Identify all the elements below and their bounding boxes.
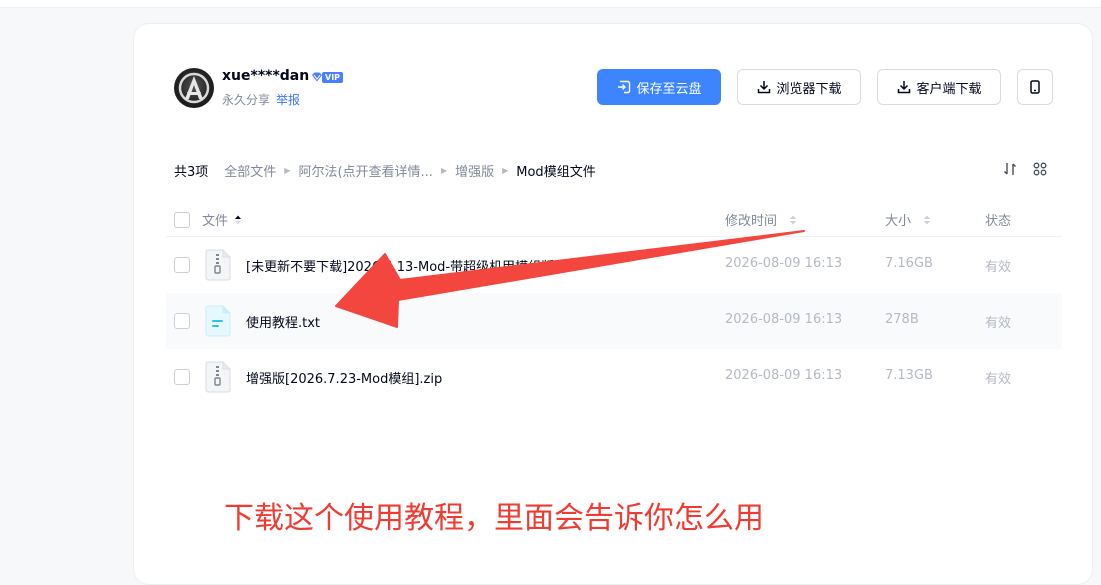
owner-username: xue****dan <box>222 68 310 84</box>
mobile-view-button[interactable] <box>1017 69 1053 105</box>
browser-download-button[interactable]: 浏览器下载 <box>737 69 861 105</box>
download-icon <box>758 81 771 94</box>
file-size: 278B <box>885 312 919 327</box>
breadcrumb: 共3项 全部文件 ▶ 阿尔法(点开查看详情... ▶ 增强版 ▶ Mod模组文件 <box>174 160 596 180</box>
header-modified[interactable]: 修改时间 <box>725 210 777 229</box>
select-all-checkbox[interactable] <box>174 211 190 228</box>
sort-toggle-icon[interactable] <box>1002 161 1018 177</box>
table-row[interactable]: 使用教程.txt 2026-08-09 16:13 278B 有效 <box>166 293 1062 349</box>
grid-view-icon[interactable] <box>1032 161 1048 177</box>
zip-file-icon <box>205 249 231 281</box>
txt-file-icon <box>205 305 231 337</box>
avatar <box>174 68 214 108</box>
breadcrumb-separator-icon: ▶ <box>502 165 509 175</box>
header-modified-cell: 修改时间 <box>725 210 797 229</box>
sort-icon[interactable] <box>923 214 931 226</box>
report-link[interactable]: 举报 <box>276 91 300 108</box>
file-name[interactable]: 使用教程.txt <box>246 312 606 331</box>
client-download-button[interactable]: 客户端下载 <box>877 69 1001 105</box>
row-checkbox[interactable] <box>174 257 190 273</box>
file-modified: 2026-08-09 16:13 <box>725 312 843 327</box>
file-size: 7.13GB <box>885 368 933 383</box>
file-modified: 2026-08-09 16:13 <box>725 256 843 271</box>
breadcrumb-alpha-folder[interactable]: 阿尔法(点开查看详情... <box>298 161 432 180</box>
sort-asc-icon[interactable] <box>234 214 242 226</box>
sort-icon[interactable] <box>789 214 797 226</box>
row-checkbox[interactable] <box>174 369 190 385</box>
file-name[interactable]: [未更新不要下载]2026.5.13-Mod-带超级机甲模组版本 <box>246 256 606 275</box>
breadcrumb-separator-icon: ▶ <box>284 165 291 175</box>
file-size: 7.16GB <box>885 256 933 271</box>
share-type-label: 永久分享 <box>222 93 271 107</box>
download-icon <box>898 81 911 94</box>
file-status: 有效 <box>985 260 1012 275</box>
file-modified: 2026-08-09 16:13 <box>725 368 843 383</box>
browser-download-label: 浏览器下载 <box>776 81 842 97</box>
top-bar <box>0 0 1101 8</box>
save-to-cloud-label: 保存至云盘 <box>636 81 702 97</box>
header-name-cell: 文件 <box>174 210 242 229</box>
item-count: 共3项 <box>174 164 209 180</box>
file-name[interactable]: 增强版[2026.7.23-Mod模组].zip <box>246 368 606 387</box>
header-name[interactable]: 文件 <box>202 210 228 229</box>
phone-icon <box>1030 80 1040 94</box>
header-status: 状态 <box>985 214 1012 229</box>
save-to-cloud-button[interactable]: 保存至云盘 <box>597 69 721 105</box>
header-size[interactable]: 大小 <box>885 210 911 229</box>
vip-badge: VIP <box>311 71 344 83</box>
table-row[interactable]: [未更新不要下载]2026.5.13-Mod-带超级机甲模组版本 2026-08… <box>166 237 1062 293</box>
breadcrumb-separator-icon: ▶ <box>440 165 448 175</box>
table-row[interactable]: 增强版[2026.7.23-Mod模组].zip 2026-08-09 16:1… <box>166 349 1062 405</box>
client-download-label: 客户端下载 <box>916 81 982 97</box>
save-cloud-icon <box>618 80 631 94</box>
file-status: 有效 <box>985 316 1012 331</box>
header-size-cell: 大小 <box>885 210 931 229</box>
zip-file-icon <box>205 361 231 393</box>
annotation-text: 下载这个使用教程，里面会告诉你怎么用 <box>224 501 764 536</box>
file-status: 有效 <box>985 372 1012 387</box>
breadcrumb-current-folder: Mod模组文件 <box>516 164 596 180</box>
file-table-header: 文件 修改时间 大小 状态 <box>166 202 1062 237</box>
breadcrumb-all-files[interactable]: 全部文件 <box>224 161 276 180</box>
row-checkbox[interactable] <box>174 313 190 329</box>
header-status-cell: 状态 <box>985 210 1011 229</box>
breadcrumb-enhanced-folder[interactable]: 增强版 <box>455 161 494 180</box>
view-tools <box>1002 161 1048 177</box>
vip-label: VIP <box>322 71 344 83</box>
